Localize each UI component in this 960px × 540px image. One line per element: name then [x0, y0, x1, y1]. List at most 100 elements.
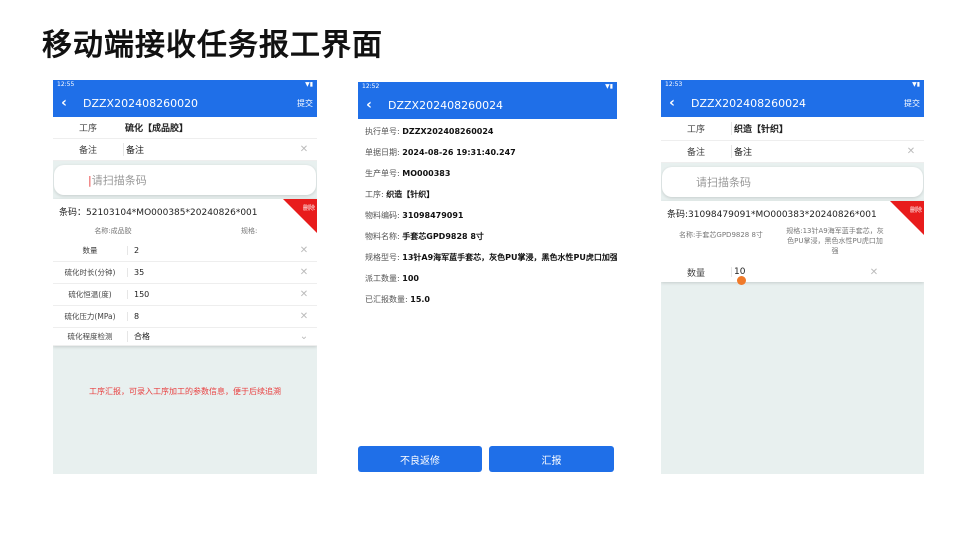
- param-input[interactable]: 合格: [127, 331, 291, 342]
- page-title: DZZX202408260024: [388, 98, 504, 112]
- delete-button[interactable]: 删除: [910, 205, 922, 214]
- rework-button[interactable]: 不良返修: [358, 446, 482, 472]
- text-cursor-handle[interactable]: [737, 276, 746, 285]
- process-row: 工序 织造【针织】: [661, 117, 924, 141]
- detail-field: 派工数量: 100: [358, 268, 617, 289]
- signal-icon: ▼▮: [605, 83, 613, 90]
- barcode-text: 条码:31098479091*MO000383*20240826*001: [667, 210, 877, 220]
- param-label: 硫化程度检测: [67, 332, 113, 341]
- process-label: 工序: [78, 124, 97, 134]
- submit-button[interactable]: 提交: [297, 98, 317, 109]
- detail-field: 生产单号: MO000383: [358, 163, 617, 184]
- chevron-down-icon[interactable]: ⌄: [291, 331, 317, 342]
- app-bar: ‹ DZZX202408260024 提交: [661, 89, 924, 117]
- hint-text: 工序汇报，可录入工序加工的参数信息，便于后续追溯: [89, 387, 281, 396]
- phone-screen-knit: 12:53 ▼▮ ‹ DZZX202408260024 提交 工序 织造【针织】 …: [661, 80, 924, 474]
- detail-field: 单据日期: 2024-08-26 19:31:40.247: [358, 142, 617, 163]
- detail-field: 物料编码: 31098479091: [358, 205, 617, 226]
- page-title: DZZX202408260020: [83, 96, 199, 110]
- process-label: 工序: [686, 125, 705, 135]
- close-icon[interactable]: ✕: [861, 267, 887, 278]
- param-label: 硫化恒温(度): [68, 290, 112, 299]
- status-bar: 12:52 ▼▮: [358, 82, 617, 91]
- detail-field-value: 织造【针织】: [386, 190, 435, 199]
- signal-icon: ▼▮: [305, 81, 313, 88]
- detail-field-value: 2024-08-26 19:31:40.247: [402, 148, 516, 157]
- signal-icon: ▼▮: [912, 81, 920, 88]
- quantity-row: 数量 10 ✕: [661, 262, 924, 285]
- process-value: 织造【针织】: [731, 122, 924, 135]
- status-bar: 12:53 ▼▮: [661, 80, 924, 89]
- barcode-text: 条码：52103104*MO000385*20240826*001: [59, 208, 258, 218]
- item-spec: 规格:13针A9海军蓝手套芯，灰色PU掌浸，黑色水性PU虎口加强: [786, 227, 884, 255]
- remark-input[interactable]: 备注: [731, 145, 898, 158]
- detail-field-value: 手套芯GPD9828 8寸: [402, 232, 484, 241]
- detail-field-value: 31098479091: [402, 211, 464, 220]
- phone-screen-vulcanize: 12:55 ▼▮ ‹ DZZX202408260020 提交 工序 硫化【成品胶】…: [53, 80, 317, 474]
- scan-input[interactable]: 请扫描条码: [662, 167, 923, 197]
- status-bar: 12:55 ▼▮: [53, 80, 317, 89]
- detail-field-label: 工序:: [365, 190, 387, 199]
- param-input[interactable]: 35: [127, 268, 291, 277]
- detail-field-value: MO000383: [402, 169, 451, 178]
- status-time: 12:55: [57, 81, 75, 88]
- param-input[interactable]: 8: [127, 312, 291, 321]
- detail-field-label: 规格型号:: [365, 253, 403, 262]
- detail-field-label: 已汇报数量:: [365, 295, 411, 304]
- report-button[interactable]: 汇报: [489, 446, 614, 472]
- param-input[interactable]: 2: [127, 246, 291, 255]
- close-icon[interactable]: ✕: [291, 289, 317, 300]
- scan-placeholder: 请扫描条码: [91, 174, 147, 187]
- slide-title: 移动端接收任务报工界面: [42, 28, 383, 63]
- param-input[interactable]: 150: [127, 290, 291, 299]
- param-row: 硫化压力(MPa) 8 ✕: [53, 306, 317, 328]
- remark-row: 备注 备注 ✕: [661, 141, 924, 163]
- quantity-label: 数量: [686, 268, 705, 279]
- close-icon[interactable]: ✕: [898, 146, 924, 157]
- scan-input[interactable]: | 请扫描条码: [54, 165, 316, 195]
- param-row: 硫化恒温(度) 150 ✕: [53, 284, 317, 306]
- scan-placeholder: 请扫描条码: [696, 176, 751, 189]
- detail-field: 工序: 织造【针织】: [358, 184, 617, 205]
- detail-field-label: 物料编码:: [365, 211, 403, 220]
- detail-field-label: 生产单号:: [365, 169, 403, 178]
- param-row: 硫化时长(分钟) 35 ✕: [53, 262, 317, 284]
- item-spec: 规格:: [241, 227, 258, 235]
- remark-label: 备注: [78, 146, 97, 156]
- quantity-input[interactable]: 10: [731, 267, 861, 277]
- submit-button[interactable]: 提交: [904, 98, 924, 109]
- param-row: 数量 2 ✕: [53, 240, 317, 262]
- process-row: 工序 硫化【成品胶】: [53, 117, 317, 139]
- page-title: DZZX202408260024: [691, 96, 807, 110]
- item-name: 名称:手套芯GPD9828 8寸: [679, 231, 763, 239]
- detail-field: 物料名称: 手套芯GPD9828 8寸: [358, 226, 617, 247]
- detail-field-value: 15.0: [410, 295, 430, 304]
- detail-field: 已汇报数量: 15.0: [358, 289, 617, 310]
- status-time: 12:53: [665, 81, 683, 88]
- status-time: 12:52: [362, 83, 380, 90]
- close-icon[interactable]: ✕: [291, 245, 317, 256]
- process-value: 硫化【成品胶】: [125, 124, 189, 134]
- phone-screen-detail: 12:52 ▼▮ ‹ DZZX202408260024 执行单号: DZZX202…: [358, 82, 617, 476]
- app-bar: ‹ DZZX202408260020 提交: [53, 89, 317, 117]
- detail-field-value: 100: [402, 274, 419, 283]
- close-icon[interactable]: ✕: [291, 267, 317, 278]
- param-label: 硫化压力(MPa): [64, 312, 116, 321]
- detail-field-value: 13针A9海军蓝手套芯，灰色PU掌浸，黑色水性PU虎口加强: [402, 253, 617, 262]
- chevron-left-icon[interactable]: ‹: [53, 95, 75, 111]
- param-label: 硫化时长(分钟): [64, 268, 116, 277]
- chevron-left-icon[interactable]: ‹: [661, 95, 683, 111]
- close-icon[interactable]: ✕: [291, 144, 317, 155]
- detail-field-label: 执行单号:: [365, 127, 403, 136]
- param-row: 硫化程度检测 合格 ⌄: [53, 328, 317, 346]
- detail-field-label: 物料名称:: [365, 232, 403, 241]
- chevron-left-icon[interactable]: ‹: [358, 97, 380, 113]
- remark-label: 备注: [686, 148, 705, 158]
- remark-input[interactable]: 备注: [123, 143, 291, 156]
- barcode-card: 条码：52103104*MO000385*20240826*001 删除 名称:…: [53, 199, 317, 346]
- item-name: 名称:成品胶: [94, 227, 132, 235]
- close-icon[interactable]: ✕: [291, 311, 317, 322]
- delete-button[interactable]: 删除: [303, 203, 315, 212]
- app-bar: ‹ DZZX202408260024: [358, 91, 617, 119]
- detail-field-label: 派工数量:: [365, 274, 403, 283]
